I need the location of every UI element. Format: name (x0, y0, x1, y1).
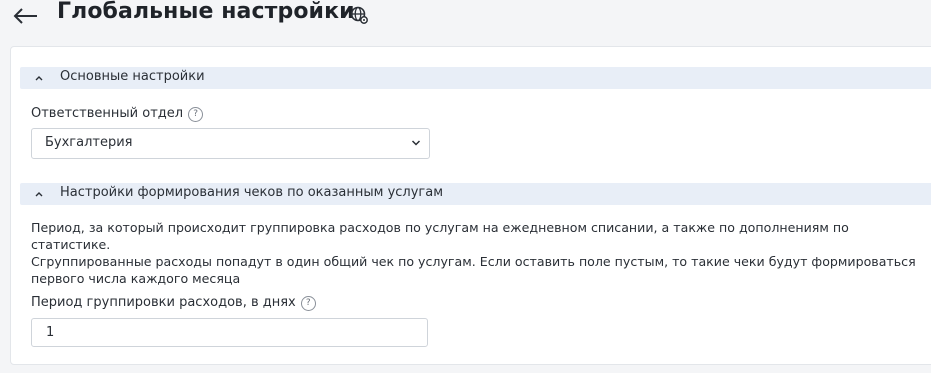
page-title: Глобальные настройки (57, 0, 355, 24)
department-select-value: Бухгалтерия (45, 135, 133, 150)
description-line: первого числа каждого месяца (31, 271, 241, 286)
period-label: Период группировки расходов, в днях? (31, 295, 316, 311)
page-header: Глобальные настройки (0, 0, 931, 34)
chevron-up-icon (35, 192, 43, 197)
chevron-up-icon (35, 76, 43, 81)
period-days-input[interactable] (31, 318, 428, 347)
section-title: Основные настройки (60, 69, 205, 84)
global-settings-button[interactable] (349, 5, 369, 25)
globe-gear-icon (350, 6, 368, 24)
receipts-description: Период, за который происходит группировк… (31, 219, 921, 287)
department-select[interactable]: Бухгалтерия (31, 128, 430, 159)
section-title: Настройки формирования чеков по оказанны… (60, 185, 444, 200)
description-line: Сгруппированные расходы попадут в один о… (31, 254, 916, 269)
department-label-text: Ответственный отдел (31, 106, 184, 121)
department-label: Ответственный отдел? (31, 106, 204, 122)
help-icon[interactable]: ? (300, 296, 316, 311)
arrow-left-icon (13, 8, 37, 24)
chevron-down-icon (411, 140, 421, 146)
help-icon[interactable]: ? (188, 107, 204, 122)
section-header-receipts[interactable]: Настройки формирования чеков по оказанны… (20, 183, 931, 205)
section-header-basic[interactable]: Основные настройки (20, 67, 931, 89)
back-button[interactable] (12, 4, 40, 28)
description-line: Период, за который происходит группировк… (31, 220, 849, 252)
period-label-text: Период группировки расходов, в днях (31, 295, 296, 310)
